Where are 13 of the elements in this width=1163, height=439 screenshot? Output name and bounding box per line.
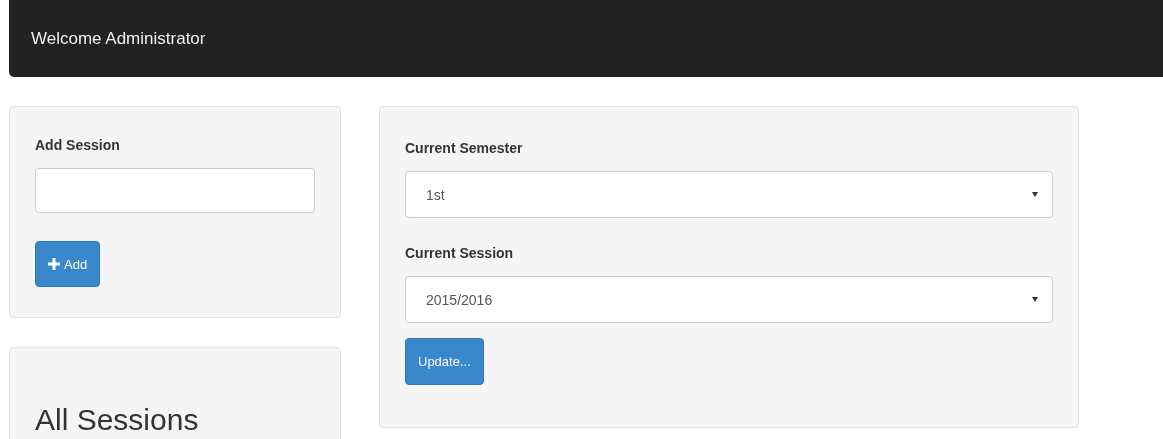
select-field[interactable]: 1st: [405, 171, 1053, 218]
caret-icon: [1032, 192, 1038, 197]
field-label: Current Session: [405, 245, 515, 261]
field-label: Current Semester: [405, 140, 524, 156]
navbar-title: Welcome Administrator: [31, 28, 206, 49]
panel-heading: All Sessions: [35, 403, 199, 436]
field-label: Add Session: [35, 137, 121, 153]
session-input[interactable]: [35, 168, 315, 214]
update-button[interactable]: Update...: [405, 338, 484, 385]
add-button[interactable]: Add: [35, 241, 101, 287]
plus-icon: [48, 258, 60, 270]
caret-icon: [1032, 297, 1038, 302]
select-field[interactable]: 2015/2016: [405, 276, 1053, 323]
